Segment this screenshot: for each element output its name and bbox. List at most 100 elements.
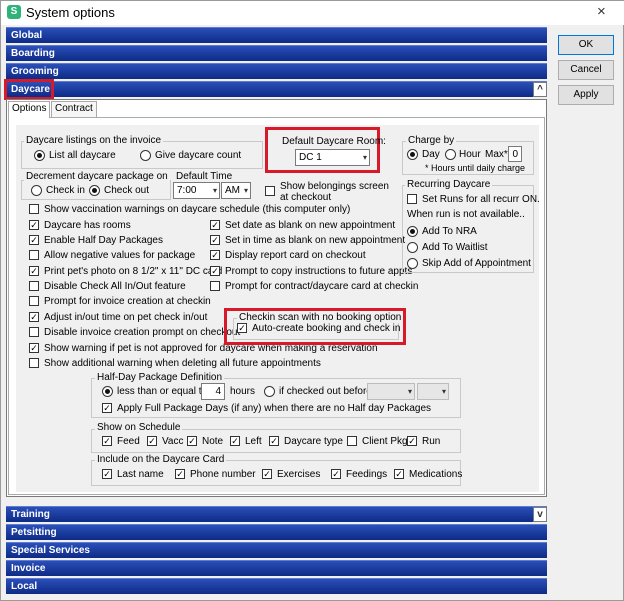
ampm-select[interactable]: AM ▾: [221, 182, 251, 199]
section-global[interactable]: Global: [6, 27, 547, 43]
tab-options[interactable]: Options: [8, 101, 51, 118]
section-local[interactable]: Local: [6, 578, 547, 594]
daycare-card-label: Include on the Daycare Card: [95, 454, 227, 465]
give-count-radio[interactable]: [140, 150, 151, 161]
lte-label: less than or equal to: [117, 386, 208, 397]
tab-contract[interactable]: Contract: [51, 101, 97, 117]
give-count-label: Give daycare count: [155, 150, 242, 161]
default-room-select[interactable]: DC 1 ▾: [295, 149, 370, 166]
left-option-checkbox[interactable]: [29, 358, 39, 368]
charge-by-label: Charge by: [406, 135, 457, 146]
close-icon[interactable]: ×: [597, 3, 606, 20]
schedule-item-checkbox[interactable]: ✓: [187, 436, 197, 446]
hours-input[interactable]: 4: [201, 383, 225, 400]
schedule-label: Show on Schedule: [95, 422, 183, 433]
left-option-checkbox[interactable]: [29, 250, 39, 260]
recurring-label: Recurring Daycare: [405, 179, 493, 190]
left-option-checkbox[interactable]: ✓: [29, 343, 39, 353]
charge-day-radio[interactable]: [407, 149, 418, 160]
section-special-services[interactable]: Special Services: [6, 542, 547, 558]
card-item-checkbox[interactable]: ✓: [175, 469, 185, 479]
lte-radio[interactable]: [102, 386, 113, 397]
section-grooming[interactable]: Grooming: [6, 63, 547, 79]
mid-option-checkbox[interactable]: [210, 281, 220, 291]
section-boarding[interactable]: Boarding: [6, 45, 547, 61]
card-item-label: Medications: [409, 469, 463, 480]
left-option-checkbox[interactable]: ✓: [29, 220, 39, 230]
show-belongings-label: Show belongings screen at checkout: [280, 181, 389, 203]
schedule-item-label: Vacc: [162, 436, 184, 447]
set-runs-checkbox[interactable]: [407, 194, 417, 204]
mid-option-label: Set in time as blank on new appointment: [225, 235, 406, 246]
app-icon: S: [7, 5, 21, 19]
check-in-radio[interactable]: [31, 185, 42, 196]
left-option-checkbox[interactable]: [29, 204, 39, 214]
left-option-label: Allow negative values for package: [44, 250, 196, 261]
apply-button[interactable]: Apply: [558, 85, 614, 105]
card-item-label: Exercises: [277, 469, 321, 480]
apply-full-label: Apply Full Package Days (if any) when th…: [117, 403, 432, 414]
default-room-value: DC 1: [299, 152, 322, 163]
if-checked-out-radio[interactable]: [264, 386, 275, 397]
schedule-item-label: Run: [422, 436, 441, 447]
section-invoice[interactable]: Invoice: [6, 560, 547, 576]
mid-option-label: Display report card on checkout: [225, 250, 366, 261]
section-daycare[interactable]: Daycare ^: [6, 81, 547, 97]
mid-option-checkbox[interactable]: ✓: [210, 235, 220, 245]
left-option-checkbox[interactable]: [29, 327, 39, 337]
left-option-label: Disable invoice creation prompt on check…: [44, 327, 241, 338]
left-option-checkbox[interactable]: ✓: [29, 235, 39, 245]
schedule-item-label: Daycare type: [284, 436, 343, 447]
schedule-item-checkbox[interactable]: ✓: [147, 436, 157, 446]
default-time-select[interactable]: 7:00 ▾: [173, 182, 220, 199]
card-item-label: Last name: [117, 469, 164, 480]
add-nra-radio[interactable]: [407, 226, 418, 237]
schedule-item-checkbox[interactable]: [347, 436, 357, 446]
section-training[interactable]: Training v: [6, 506, 547, 522]
ok-button[interactable]: OK: [558, 35, 614, 55]
max-hours-input[interactable]: 0: [508, 146, 522, 162]
cancel-button[interactable]: Cancel: [558, 60, 614, 80]
charge-hour-label: Hour: [459, 149, 481, 160]
checkin-scan-highlight: [224, 308, 406, 345]
mid-option-checkbox[interactable]: ✓: [210, 220, 220, 230]
check-out-label: Check out: [104, 185, 150, 196]
left-option-checkbox[interactable]: ✓: [29, 266, 39, 276]
check-out-radio[interactable]: [89, 185, 100, 196]
list-all-radio[interactable]: [34, 150, 45, 161]
collapse-up-icon[interactable]: ^: [533, 82, 547, 97]
add-nra-label: Add To NRA: [422, 226, 477, 237]
section-petsitting[interactable]: Petsitting: [6, 524, 547, 540]
show-belongings-checkbox[interactable]: [265, 186, 275, 196]
charge-day-label: Day: [422, 149, 440, 160]
chevron-down-icon: ▾: [362, 153, 367, 162]
set-runs-label: Set Runs for all recurr ON.: [422, 194, 540, 205]
mid-option-label: Prompt to copy instructions to future ap…: [225, 266, 413, 277]
card-item-checkbox[interactable]: ✓: [262, 469, 272, 479]
add-waitlist-radio[interactable]: [407, 242, 418, 253]
schedule-item-checkbox[interactable]: ✓: [230, 436, 240, 446]
skip-add-radio[interactable]: [407, 258, 418, 269]
schedule-item-checkbox[interactable]: ✓: [102, 436, 112, 446]
title-bar: S System options ×: [1, 1, 624, 25]
checkout-ampm-select[interactable]: ▾: [417, 383, 449, 400]
left-option-checkbox[interactable]: ✓: [29, 312, 39, 322]
default-room-label: Default Daycare Room:: [282, 136, 386, 147]
mid-option-checkbox[interactable]: ✓: [210, 266, 220, 276]
max-label: Max*: [485, 149, 508, 160]
mid-option-checkbox[interactable]: ✓: [210, 250, 220, 260]
schedule-item-label: Left: [245, 436, 262, 447]
card-item-checkbox[interactable]: ✓: [102, 469, 112, 479]
left-option-checkbox[interactable]: [29, 296, 39, 306]
decrement-label: Decrement daycare package on: [24, 171, 170, 182]
chevron-down-icon: ▾: [212, 186, 217, 195]
card-item-checkbox[interactable]: ✓: [394, 469, 404, 479]
expand-down-icon[interactable]: v: [533, 507, 547, 522]
checkout-time-select[interactable]: ▾: [367, 383, 415, 400]
schedule-item-checkbox[interactable]: ✓: [407, 436, 417, 446]
apply-full-checkbox[interactable]: ✓: [102, 403, 112, 413]
schedule-item-checkbox[interactable]: ✓: [269, 436, 279, 446]
charge-hour-radio[interactable]: [445, 149, 456, 160]
card-item-checkbox[interactable]: ✓: [331, 469, 341, 479]
left-option-checkbox[interactable]: [29, 281, 39, 291]
